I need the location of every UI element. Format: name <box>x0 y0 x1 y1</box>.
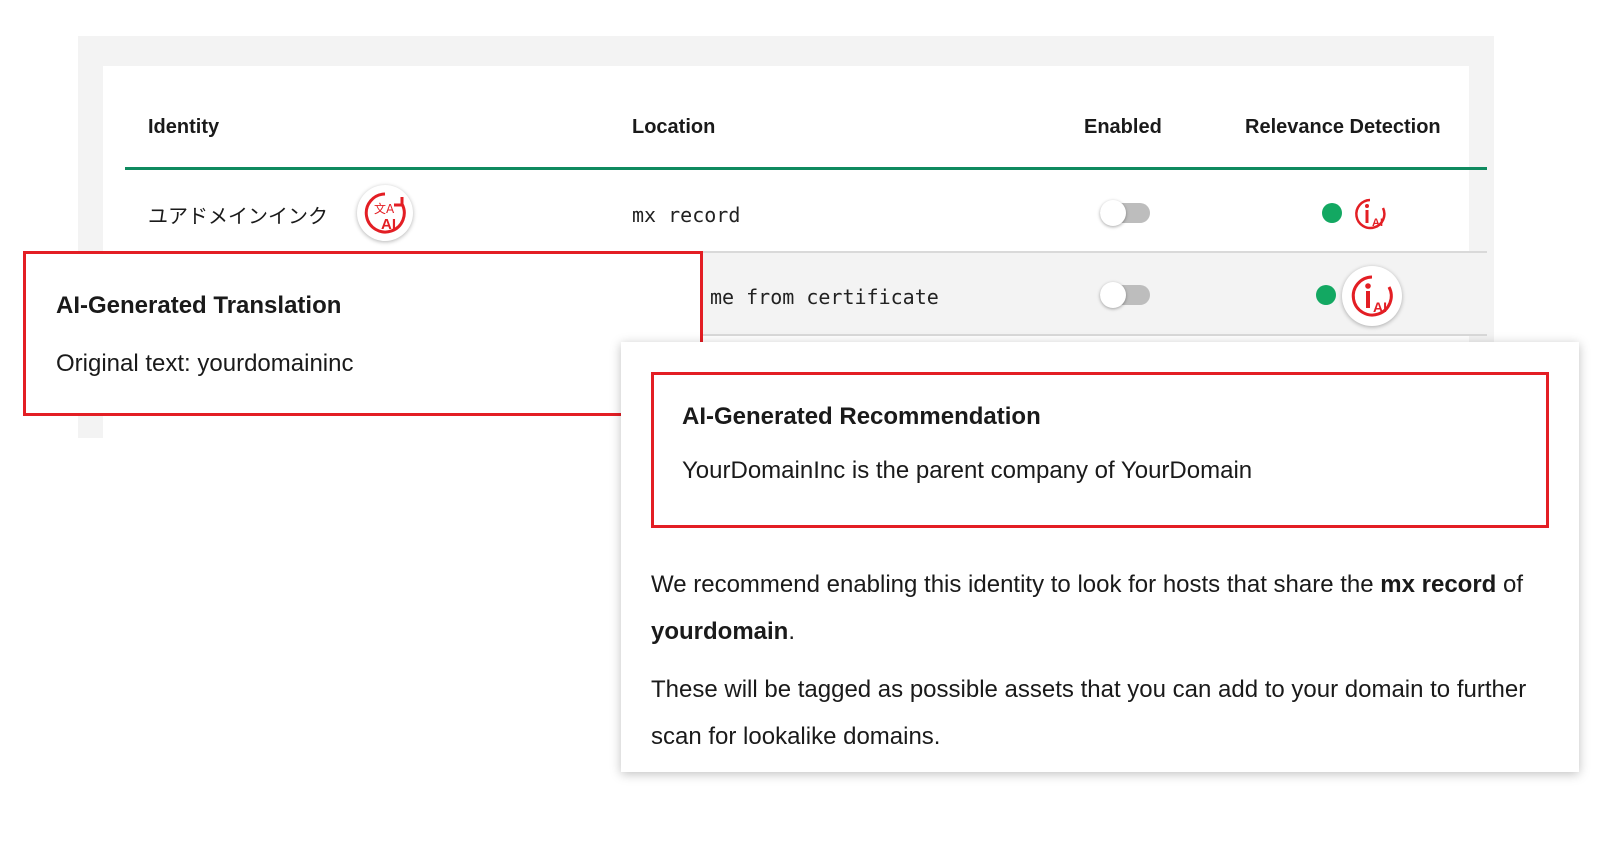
toggle-knob <box>1100 200 1126 226</box>
ai-info-icon[interactable]: AI <box>1352 196 1388 232</box>
ai-label: AI <box>1373 299 1387 315</box>
column-header-enabled[interactable]: Enabled <box>1084 116 1162 139</box>
translation-original-text: Original text: yourdomaininc <box>56 350 354 377</box>
recommendation-paragraph: We recommend enabling this identity to l… <box>651 571 1524 645</box>
column-header-relevance-detection[interactable]: Relevance Detection <box>1245 116 1441 139</box>
recommendation-summary: YourDomainInc is the parent company of Y… <box>682 457 1253 484</box>
translation-popover: AI-Generated Translation Original text: … <box>23 251 703 416</box>
translation-popover-title: AI-Generated Translation <box>56 292 342 319</box>
ai-info-icon[interactable]: AI <box>1342 266 1402 326</box>
translate-glyph: 文A <box>374 201 395 216</box>
recommendation-summary-box: AI-Generated Recommendation YourDomainIn… <box>651 372 1549 528</box>
status-dot <box>1322 203 1342 223</box>
location-cell: me from certificate <box>710 285 939 309</box>
recommendation-followup-paragraph: These will be tagged as possible assets … <box>651 676 1527 750</box>
toggle-knob <box>1100 282 1126 308</box>
ai-label: AI <box>381 216 396 233</box>
enabled-toggle[interactable] <box>1100 200 1150 226</box>
identity-cell: ユアドメインインク <box>148 206 328 228</box>
header-divider <box>125 167 1487 170</box>
location-cell: mx record <box>632 203 741 227</box>
column-header-identity[interactable]: Identity <box>148 116 219 139</box>
enabled-toggle[interactable] <box>1100 282 1150 308</box>
translate-ai-icon[interactable]: 文A AI <box>357 185 413 241</box>
ai-label: AI <box>1372 217 1383 229</box>
column-header-location[interactable]: Location <box>632 116 715 139</box>
status-dot <box>1316 285 1336 305</box>
recommendation-popover-title: AI-Generated Recommendation <box>682 403 1041 430</box>
